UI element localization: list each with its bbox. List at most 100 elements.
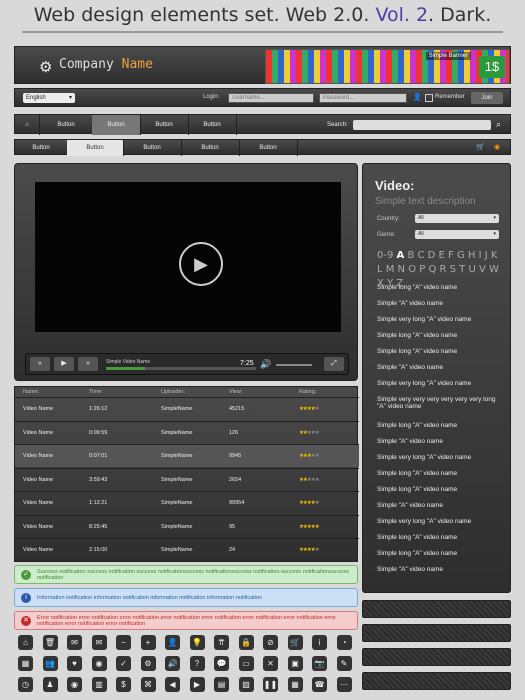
sidebar-video-item[interactable]: Simple long "A" video name (377, 284, 505, 291)
rating-stars[interactable]: ★★★★★ (299, 477, 320, 483)
search-icon[interactable]: ⌕ (496, 119, 501, 130)
arrow-left-icon[interactable]: ◀ (165, 677, 180, 692)
sidebar-video-item[interactable]: Simple "A" video name (377, 300, 505, 307)
group-icon[interactable]: 👥 (42, 656, 58, 671)
sidebar-video-item[interactable]: Simple very long "A" video name (377, 454, 505, 461)
table-row[interactable]: Video Name 0:09:59 SimpleName 126 ★★★★★ (15, 420, 359, 444)
sidebar-video-item[interactable]: Simple long "A" video name (377, 550, 505, 557)
sidebar-video-item[interactable]: Simple "A" video name (377, 438, 505, 445)
sidebar-video-item[interactable]: Simple "A" video name (377, 364, 505, 371)
briefcase-icon[interactable]: ▣ (287, 656, 303, 671)
home-button[interactable]: ⌂ (15, 115, 40, 135)
play-button[interactable]: ▶ (54, 357, 74, 371)
sidebar-video-item[interactable]: Simple very very very very very very lon… (377, 396, 505, 410)
fullscreen-button[interactable]: ⤢ (324, 357, 344, 371)
no-entry-icon[interactable]: ⊘ (263, 635, 278, 650)
lightbulb-icon[interactable]: 💡 (189, 635, 205, 650)
forward-button[interactable]: » (78, 357, 98, 371)
rss-icon[interactable]: ◉ (494, 143, 500, 151)
sidebar-video-item[interactable]: Simple long "A" video name (377, 534, 505, 541)
pen-icon[interactable]: ✎ (336, 656, 352, 671)
rating-stars[interactable]: ★★★★★ (299, 547, 320, 553)
nav-button-1[interactable]: Button (40, 115, 93, 135)
close-icon[interactable]: ✕ (263, 656, 278, 671)
minus-icon[interactable]: − (116, 635, 131, 650)
question-icon[interactable]: ? (189, 656, 205, 671)
heart-icon[interactable]: ♥ (67, 656, 82, 671)
camera-icon[interactable]: 📷 (312, 656, 327, 671)
tab-button-2[interactable]: Button (67, 140, 124, 156)
mail-icon[interactable]: ✉ (67, 635, 82, 650)
user-icon[interactable]: 👤 (165, 635, 180, 650)
lock-icon[interactable]: 🔒 (238, 635, 254, 650)
play-icon[interactable]: ▶ (179, 242, 223, 286)
image-icon[interactable]: ▨ (238, 677, 254, 692)
sidebar-video-item[interactable]: Simple long "A" video name (377, 422, 505, 429)
country-select[interactable]: All ▾ (415, 214, 499, 223)
dollar-icon[interactable]: $ (116, 677, 131, 692)
sidebar-video-item[interactable]: Simple long "A" video name (377, 332, 505, 339)
bar-chart-icon[interactable]: ▥ (91, 677, 107, 692)
arrow-right-icon[interactable]: ▶ (189, 677, 205, 692)
cart-icon[interactable]: 🛒 (476, 143, 485, 151)
password-input[interactable] (319, 93, 407, 103)
clock-icon[interactable]: ◷ (18, 677, 33, 692)
grid-icon[interactable]: ▦ (18, 656, 33, 671)
sidebar-video-item[interactable]: Simple "A" video name (377, 566, 505, 573)
join-button[interactable]: Join (471, 92, 503, 104)
rating-stars[interactable]: ★★★★★ (299, 430, 320, 436)
trash-icon[interactable]: 🗑 (42, 635, 58, 650)
rss-icon[interactable]: ◉ (91, 656, 107, 671)
rating-stars[interactable]: ★★★★★ (299, 500, 320, 506)
sidebar-video-item[interactable]: Simple long "A" video name (377, 486, 505, 493)
double-up-icon[interactable]: ⇈ (214, 635, 229, 650)
plus-icon[interactable]: + (140, 635, 156, 650)
tab-button-4[interactable]: Button (181, 140, 240, 156)
person-icon[interactable]: ♟ (42, 677, 58, 692)
remember-checkbox[interactable] (425, 94, 433, 102)
cart-icon[interactable]: 🛒 (287, 635, 303, 650)
envelope-icon[interactable]: ✉ (91, 635, 107, 650)
username-input[interactable] (228, 93, 314, 103)
calculator-icon[interactable]: ▦ (287, 677, 303, 692)
table-row[interactable]: Video Name 1:12:21 SimpleName 99954 ★★★★★ (15, 491, 359, 514)
rating-stars[interactable]: ★★★★★ (299, 524, 320, 530)
rating-stars[interactable]: ★★★★★ (299, 406, 320, 412)
chat-bubble-icon[interactable]: ▭ (238, 656, 254, 671)
sidebar-video-item[interactable]: Simple very long "A" video name (377, 380, 505, 387)
sidebar-video-item[interactable]: Simple "A" video name (377, 502, 505, 509)
table-row[interactable]: Video Name 2:15:00 SimpleName 24 ★★★★★ (15, 538, 359, 561)
more-icon[interactable]: ⋯ (336, 677, 352, 692)
simple-banner[interactable]: Simple Banner 1$ (265, 49, 510, 84)
pie-chart-icon[interactable]: ◔ (336, 635, 352, 650)
table-row[interactable]: Video Name 0:07:01 SimpleName 9945 ★★★★★ (15, 444, 359, 467)
eye-icon[interactable]: ◉ (67, 677, 82, 692)
sidebar-video-item[interactable]: Simple very long "A" video name (377, 518, 505, 525)
table-row[interactable]: Video Name 3:59:43 SimpleName 2654 ★★★★★ (15, 467, 359, 491)
tag-icon[interactable]: ⌘ (140, 677, 156, 692)
volume-icon[interactable]: 🔊 (260, 359, 271, 370)
tab-button-1[interactable]: Button (15, 140, 68, 156)
sidebar-video-item[interactable]: Simple long "A" video name (377, 470, 505, 477)
language-select[interactable]: English ▾ (23, 93, 75, 103)
volume-slider[interactable] (276, 364, 312, 366)
rating-stars[interactable]: ★★★★★ (299, 453, 320, 459)
gear-icon[interactable]: ⚙ (140, 656, 156, 671)
tab-button-3[interactable]: Button (123, 140, 182, 156)
genre-select[interactable]: All ▾ (415, 230, 499, 239)
speaker-icon[interactable]: 🔊 (165, 656, 180, 671)
pause-icon[interactable]: ❚❚ (263, 677, 278, 692)
sidebar-video-item[interactable]: Simple very long "A" video name (377, 316, 505, 323)
company-logo[interactable]: Company Name (59, 57, 153, 72)
progress-bar[interactable] (106, 367, 256, 370)
tab-button-5[interactable]: Button (239, 140, 298, 156)
nav-button-4[interactable]: Button (188, 115, 237, 135)
chat-icon[interactable]: 💬 (214, 656, 229, 671)
folder-icon[interactable]: ▤ (214, 677, 229, 692)
rewind-button[interactable]: « (30, 357, 50, 371)
home-icon[interactable]: ⌂ (18, 635, 33, 650)
phone-icon[interactable]: ☎ (312, 677, 327, 692)
table-row[interactable]: Video Name 8:25:45 SimpleName 95 ★★★★★ (15, 514, 359, 538)
search-input[interactable] (353, 120, 491, 130)
info-icon[interactable]: i (312, 635, 327, 650)
